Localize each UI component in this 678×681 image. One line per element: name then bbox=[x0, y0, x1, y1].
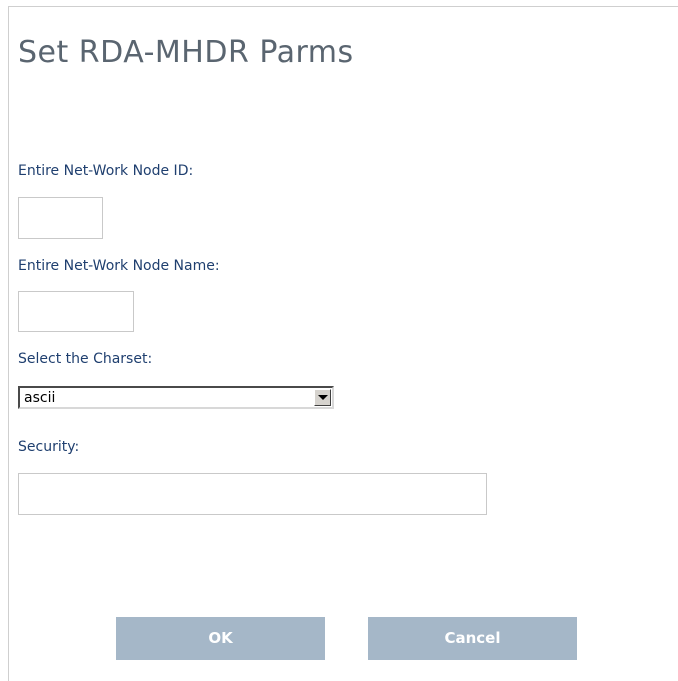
charset-selected-value: ascii bbox=[24, 390, 56, 406]
cancel-button[interactable]: Cancel bbox=[368, 617, 577, 660]
security-input[interactable] bbox=[18, 473, 487, 515]
node-id-label: Entire Net-Work Node ID: bbox=[18, 163, 194, 179]
dialog-top-border bbox=[8, 6, 678, 7]
charset-label: Select the Charset: bbox=[18, 351, 153, 367]
node-name-label: Entire Net-Work Node Name: bbox=[18, 258, 220, 274]
node-name-input[interactable] bbox=[18, 291, 134, 332]
node-id-input[interactable] bbox=[18, 197, 103, 239]
dialog-title: Set RDA-MHDR Parms bbox=[18, 35, 354, 70]
security-label: Security: bbox=[18, 439, 80, 455]
dialog-left-border bbox=[8, 6, 9, 681]
ok-button[interactable]: OK bbox=[116, 617, 325, 660]
charset-select[interactable]: ascii bbox=[18, 386, 334, 409]
chevron-down-icon[interactable] bbox=[314, 389, 331, 406]
